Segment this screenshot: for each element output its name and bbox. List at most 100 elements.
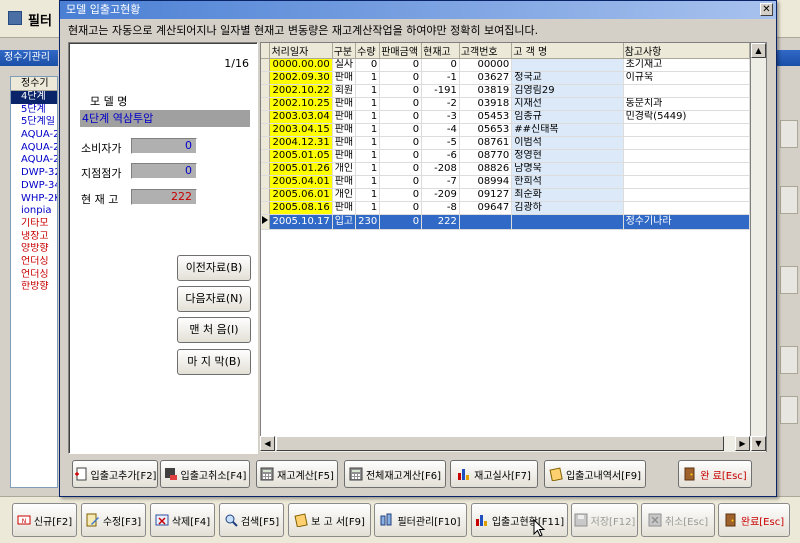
- qty-cell[interactable]: 1: [355, 149, 381, 163]
- kind-cell[interactable]: 판매: [332, 175, 357, 189]
- note-cell[interactable]: 정수기나라: [623, 214, 750, 230]
- customer-name-cell[interactable]: 정영현: [511, 149, 624, 163]
- qty-cell[interactable]: 1: [355, 97, 381, 111]
- model-list-item[interactable]: DWP-34: [11, 180, 57, 193]
- customer-name-cell[interactable]: ##신태복: [511, 123, 624, 137]
- stock-cell[interactable]: -6: [421, 149, 460, 163]
- new-button[interactable]: N 신규[F2]: [12, 503, 77, 537]
- kind-cell[interactable]: 회원: [332, 84, 357, 98]
- cancel-button[interactable]: 취소[Esc]: [641, 503, 715, 537]
- grid-column-header[interactable]: 수량: [355, 43, 381, 59]
- table-row[interactable]: 2003.03.04 판매 1 0 -3 05453 임종규 민경락(5449): [261, 110, 750, 124]
- model-list-item[interactable]: 기타모: [11, 218, 57, 231]
- amount-cell[interactable]: 0: [379, 58, 423, 72]
- row-indicator[interactable]: [261, 188, 271, 202]
- done-button[interactable]: 완료[Esc]: [718, 503, 790, 537]
- grid-horizontal-scrollbar[interactable]: ◀ ▶: [260, 436, 751, 452]
- stock-cell[interactable]: -191: [421, 84, 460, 98]
- date-cell[interactable]: 2005.08.16: [269, 201, 333, 215]
- customer-name-cell[interactable]: 김영림29: [511, 84, 624, 98]
- row-indicator[interactable]: [261, 149, 271, 163]
- customer-no-cell[interactable]: 08826: [459, 162, 513, 176]
- search-button[interactable]: 검색[F5]: [219, 503, 284, 537]
- scroll-up-icon[interactable]: ▲: [751, 43, 766, 58]
- date-cell[interactable]: 2002.09.30: [269, 71, 333, 85]
- note-cell[interactable]: [623, 201, 750, 215]
- dialog-titlebar[interactable]: 모델 입출고현황 ✕: [60, 1, 776, 19]
- scroll-down-icon[interactable]: ▼: [751, 436, 766, 451]
- qty-cell[interactable]: 1: [355, 71, 381, 85]
- note-cell[interactable]: 민경락(5449): [623, 110, 750, 124]
- date-cell[interactable]: 2005.04.01: [269, 175, 333, 189]
- stock-cell[interactable]: -209: [421, 188, 460, 202]
- customer-name-cell[interactable]: 임종규: [511, 110, 624, 124]
- customer-name-cell[interactable]: 최순화: [511, 188, 624, 202]
- last-record-button[interactable]: 마 지 막(B): [177, 349, 251, 375]
- note-cell[interactable]: 초기재고: [623, 58, 750, 72]
- customer-no-cell[interactable]: 05453: [459, 110, 513, 124]
- model-list-item[interactable]: 5단계: [11, 104, 57, 117]
- kind-cell[interactable]: 판매: [332, 201, 357, 215]
- qty-cell[interactable]: 1: [355, 123, 381, 137]
- close-icon[interactable]: ✕: [760, 3, 773, 16]
- date-cell[interactable]: 2005.10.17: [269, 214, 333, 230]
- customer-name-cell[interactable]: 이범석: [511, 136, 624, 150]
- table-row[interactable]: 2005.01.26 개인 1 0 -208 08826 남명욱: [261, 162, 750, 176]
- qty-cell[interactable]: 1: [355, 162, 381, 176]
- customer-no-cell[interactable]: 08770: [459, 149, 513, 163]
- kind-cell[interactable]: 개인: [332, 162, 357, 176]
- kind-cell[interactable]: 입고: [332, 214, 357, 230]
- dialog-done-button[interactable]: 완 료[Esc]: [678, 460, 752, 488]
- table-row[interactable]: 0000.00.00 실사 0 0 0 00000 초기재고: [261, 58, 750, 72]
- amount-cell[interactable]: 0: [379, 84, 423, 98]
- table-row[interactable]: 2005.06.01 개인 1 0 -209 09127 최순화: [261, 188, 750, 202]
- kind-cell[interactable]: 개인: [332, 188, 357, 202]
- row-indicator[interactable]: [261, 136, 271, 150]
- amount-cell[interactable]: 0: [379, 123, 423, 137]
- customer-no-cell[interactable]: 09127: [459, 188, 513, 202]
- date-cell[interactable]: 2003.03.04: [269, 110, 333, 124]
- stock-cell[interactable]: -1: [421, 71, 460, 85]
- amount-cell[interactable]: 0: [379, 97, 423, 111]
- scroll-thumb[interactable]: [276, 436, 724, 451]
- model-list-item[interactable]: 언더싱: [11, 269, 57, 282]
- customer-name-cell[interactable]: 지재선: [511, 97, 624, 111]
- grid-vertical-scrollbar[interactable]: ▲ ▼: [751, 42, 767, 452]
- stock-cell[interactable]: -7: [421, 175, 460, 189]
- amount-cell[interactable]: 0: [379, 214, 423, 230]
- table-row[interactable]: 2002.09.30 판매 1 0 -1 03627 정국교 이규욱: [261, 71, 750, 85]
- stock-cell[interactable]: -2: [421, 97, 460, 111]
- qty-cell[interactable]: 1: [355, 201, 381, 215]
- qty-cell[interactable]: 1: [355, 175, 381, 189]
- note-cell[interactable]: [623, 84, 750, 98]
- qty-cell[interactable]: 1: [355, 188, 381, 202]
- customer-name-cell[interactable]: [511, 58, 624, 72]
- customer-no-cell[interactable]: 00000: [459, 58, 513, 72]
- amount-cell[interactable]: 0: [379, 175, 423, 189]
- amount-cell[interactable]: 0: [379, 188, 423, 202]
- save-button[interactable]: 저장[F12]: [571, 503, 638, 537]
- first-record-button[interactable]: 맨 처 음(I): [177, 317, 251, 343]
- table-row[interactable]: 2004.12.31 판매 1 0 -5 08761 이범석: [261, 136, 750, 150]
- amount-cell[interactable]: 0: [379, 71, 423, 85]
- date-cell[interactable]: 2005.06.01: [269, 188, 333, 202]
- table-row[interactable]: 2005.08.16 판매 1 0 -8 09647 김광하: [261, 201, 750, 215]
- stock-cell[interactable]: -8: [421, 201, 460, 215]
- report-button[interactable]: 보 고 서[F9]: [288, 503, 371, 537]
- row-indicator[interactable]: [261, 97, 271, 111]
- table-row[interactable]: 2002.10.25 판매 1 0 -2 03918 지재선 동문치과: [261, 97, 750, 111]
- qty-cell[interactable]: 0: [355, 58, 381, 72]
- stock-cell[interactable]: -208: [421, 162, 460, 176]
- grid-column-header[interactable]: 고 객 명: [511, 43, 624, 59]
- stock-audit-button[interactable]: 재고실사[F7]: [450, 460, 538, 488]
- grid-column-header[interactable]: 참고사항: [623, 43, 750, 59]
- note-cell[interactable]: [623, 149, 750, 163]
- stock-cell[interactable]: -5: [421, 136, 460, 150]
- add-inout-button[interactable]: 입출고추가[F2]: [72, 460, 158, 488]
- date-cell[interactable]: 2005.01.05: [269, 149, 333, 163]
- note-cell[interactable]: 동문치과: [623, 97, 750, 111]
- model-list-item[interactable]: 5단계일: [11, 116, 57, 129]
- model-list-item[interactable]: ionpia: [11, 205, 57, 218]
- customer-name-cell[interactable]: 김광하: [511, 201, 624, 215]
- customer-name-cell[interactable]: 한희석: [511, 175, 624, 189]
